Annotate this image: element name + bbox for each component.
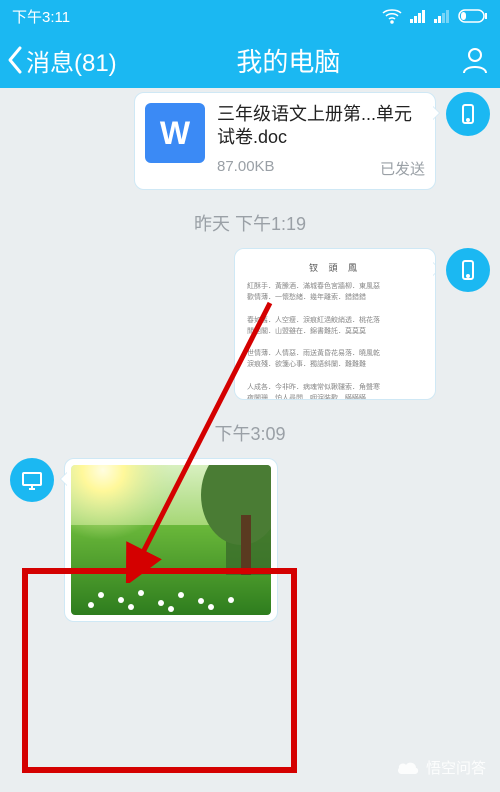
- doc-bubble[interactable]: 钗 頭 鳳 紅酥手．黃縢酒．滿城春色宮牆柳．東風惡 歡情薄．一懷愁緒．幾年離索．…: [234, 248, 436, 400]
- avatar-computer[interactable]: [10, 458, 54, 502]
- file-bubble[interactable]: W 三年级语文上册第...单元试卷.doc 87.00KB 已发送: [134, 92, 436, 190]
- monitor-icon: [20, 468, 44, 492]
- message-image[interactable]: [0, 454, 500, 626]
- timestamp: 下午3:09: [0, 404, 500, 454]
- chat-area[interactable]: W 三年级语文上册第...单元试卷.doc 87.00KB 已发送 昨天 下午1…: [0, 88, 500, 792]
- message-doc-preview[interactable]: 钗 頭 鳳 紅酥手．黃縢酒．滿城春色宮牆柳．東風惡 歡情薄．一懷愁緒．幾年離索．…: [0, 244, 500, 404]
- status-bar: 下午3:11: [0, 0, 500, 32]
- photo-thumbnail[interactable]: [71, 465, 271, 615]
- signal-icon: [410, 9, 426, 23]
- signal-icon-2: [434, 9, 450, 23]
- phone-icon: [456, 258, 480, 282]
- header: 消息(81) 我的电脑: [0, 32, 500, 88]
- status-icons: [382, 8, 488, 24]
- watermark: 悟空问答: [396, 757, 486, 778]
- doc-preview: 钗 頭 鳳 紅酥手．黃縢酒．滿城春色宮牆柳．東風惡 歡情薄．一懷愁緒．幾年離索．…: [235, 249, 435, 399]
- back-button[interactable]: 消息(81): [6, 43, 117, 78]
- image-bubble[interactable]: [64, 458, 278, 622]
- word-doc-icon: W: [145, 103, 205, 163]
- timestamp: 昨天 下午1:19: [0, 194, 500, 244]
- status-time: 下午3:11: [12, 6, 70, 27]
- file-name: 三年级语文上册第...单元试卷.doc: [217, 103, 425, 150]
- back-label: 消息(81): [26, 43, 117, 78]
- file-status: 已发送: [380, 158, 425, 179]
- page-title: 我的电脑: [236, 42, 340, 79]
- avatar-phone[interactable]: [446, 92, 490, 136]
- message-file[interactable]: W 三年级语文上册第...单元试卷.doc 87.00KB 已发送: [0, 88, 500, 194]
- cloud-icon: [396, 760, 420, 776]
- avatar-phone[interactable]: [446, 248, 490, 292]
- phone-icon: [456, 102, 480, 126]
- profile-icon[interactable]: [460, 45, 490, 75]
- wifi-icon: [382, 8, 402, 24]
- chevron-left-icon: [6, 45, 24, 75]
- battery-icon: [458, 9, 488, 23]
- file-size: 87.00KB: [217, 158, 275, 179]
